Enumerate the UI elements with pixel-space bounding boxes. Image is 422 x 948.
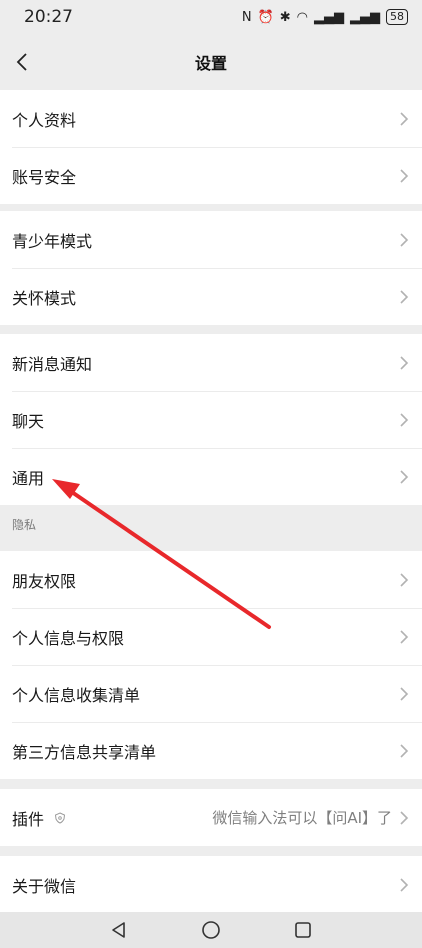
status-time: 20:27 bbox=[24, 7, 73, 27]
status-icons: N ⏰ ✱ ◠ ▂▄▆ ▂▄▆ 58 bbox=[242, 9, 408, 25]
row-about-wechat[interactable]: 关于微信 bbox=[0, 856, 422, 913]
row-teen-mode[interactable]: 青少年模式 bbox=[0, 211, 422, 268]
chevron-right-icon bbox=[400, 629, 409, 644]
row-chat[interactable]: 聊天 bbox=[0, 391, 422, 448]
signal-icon-2: ▂▄▆ bbox=[350, 9, 380, 25]
row-label: 青少年模式 bbox=[12, 231, 93, 251]
row-label: 关于微信 bbox=[12, 876, 77, 896]
row-label: 第三方信息共享清单 bbox=[12, 742, 157, 762]
row-label: 聊天 bbox=[12, 411, 45, 431]
settings-group-about: 关于微信 bbox=[0, 856, 422, 913]
triangle-back-icon[interactable] bbox=[109, 920, 129, 940]
battery-indicator: 58 bbox=[386, 9, 408, 25]
row-label: 插件 bbox=[12, 809, 45, 829]
chevron-right-icon bbox=[400, 810, 409, 825]
chevron-left-icon bbox=[16, 53, 27, 71]
wifi-icon: ◠ bbox=[296, 9, 308, 25]
nfc-icon: N bbox=[241, 9, 252, 25]
row-care-mode[interactable]: 关怀模式 bbox=[0, 268, 422, 325]
shield-icon bbox=[54, 811, 66, 824]
chevron-right-icon bbox=[400, 877, 409, 892]
alarm-icon: ⏰ bbox=[257, 9, 274, 25]
circle-home-icon[interactable] bbox=[201, 920, 221, 940]
page-title: 设置 bbox=[194, 54, 227, 73]
plugin-promo-text: 微信输入法可以【问AI】了 bbox=[212, 809, 392, 827]
chevron-right-icon bbox=[400, 572, 409, 587]
status-bar: 20:27 N ⏰ ✱ ◠ ▂▄▆ ▂▄▆ 58 bbox=[0, 0, 422, 34]
row-plugins[interactable]: 插件 微信输入法可以【问AI】了 bbox=[0, 789, 422, 846]
row-label: 朋友权限 bbox=[12, 571, 77, 591]
chevron-right-icon bbox=[400, 686, 409, 701]
settings-group-plugins: 插件 微信输入法可以【问AI】了 bbox=[0, 789, 422, 846]
row-general[interactable]: 通用 bbox=[0, 448, 422, 505]
section-label-privacy: 隐私 bbox=[12, 518, 37, 532]
row-label: 通用 bbox=[12, 468, 45, 488]
chevron-right-icon bbox=[400, 743, 409, 758]
row-label: 新消息通知 bbox=[12, 354, 93, 374]
row-label: 个人信息与权限 bbox=[12, 628, 125, 648]
chevron-right-icon bbox=[400, 355, 409, 370]
row-info-collection-list[interactable]: 个人信息收集清单 bbox=[0, 665, 422, 722]
settings-group-account: 个人资料 账号安全 bbox=[0, 90, 422, 204]
settings-group-privacy: 朋友权限 个人信息与权限 个人信息收集清单 第三方信息共享清单 bbox=[0, 551, 422, 779]
settings-group-modes: 青少年模式 关怀模式 bbox=[0, 211, 422, 325]
row-label: 个人资料 bbox=[12, 110, 77, 130]
row-label: 关怀模式 bbox=[12, 288, 77, 308]
bluetooth-icon: ✱ bbox=[279, 9, 291, 25]
signal-icon: ▂▄▆ bbox=[314, 9, 344, 25]
row-label: 个人信息收集清单 bbox=[12, 685, 141, 705]
chevron-right-icon bbox=[400, 469, 409, 484]
system-navigation-bar bbox=[0, 912, 422, 948]
row-account-security[interactable]: 账号安全 bbox=[0, 147, 422, 204]
row-third-party-sharing-list[interactable]: 第三方信息共享清单 bbox=[0, 722, 422, 779]
row-label: 账号安全 bbox=[12, 167, 77, 187]
chevron-right-icon bbox=[400, 289, 409, 304]
row-profile[interactable]: 个人资料 bbox=[0, 90, 422, 147]
navigation-bar: 设置 bbox=[0, 34, 422, 90]
row-personal-info-permissions[interactable]: 个人信息与权限 bbox=[0, 608, 422, 665]
chevron-right-icon bbox=[400, 168, 409, 183]
chevron-right-icon bbox=[400, 111, 409, 126]
back-button[interactable] bbox=[8, 48, 36, 76]
chevron-right-icon bbox=[400, 232, 409, 247]
chevron-right-icon bbox=[400, 412, 409, 427]
row-notifications[interactable]: 新消息通知 bbox=[0, 334, 422, 391]
square-recent-icon[interactable] bbox=[293, 920, 313, 940]
row-friend-permissions[interactable]: 朋友权限 bbox=[0, 551, 422, 608]
settings-group-general: 新消息通知 聊天 通用 bbox=[0, 334, 422, 505]
